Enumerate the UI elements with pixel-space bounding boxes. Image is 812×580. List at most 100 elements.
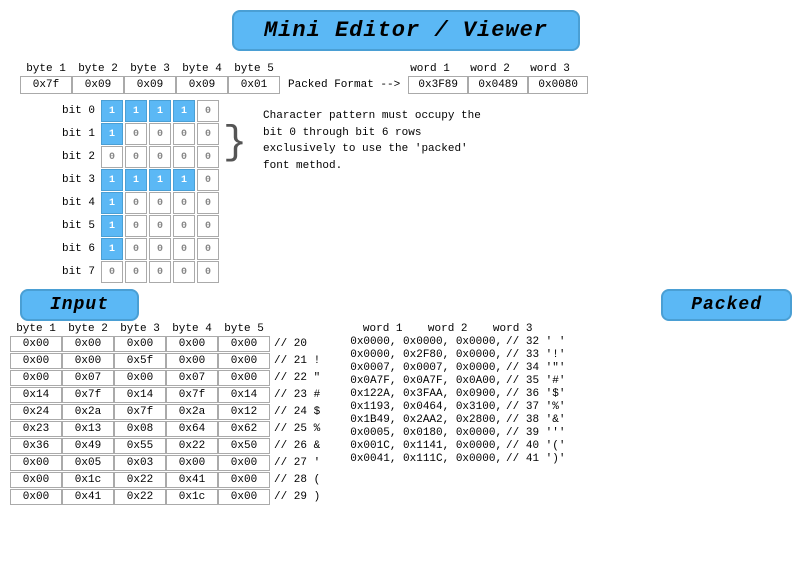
bit-row-label-5: bit 5 — [60, 220, 95, 232]
packed-col1-header: word 1 — [350, 323, 415, 335]
input-cell-r3c2: 0x14 — [114, 387, 166, 403]
word1-label: word 1 — [400, 63, 460, 75]
bit-bracket: } — [223, 122, 247, 166]
input-table-row: 0x000x000x5f0x000x00// 21 ! — [10, 353, 320, 369]
bit-row-1: bit 110000 — [60, 123, 219, 145]
input-cell-r3c3: 0x7f — [166, 387, 218, 403]
bit-cell-r0c4: 0 — [197, 100, 219, 122]
packed-row-text: 0x1B49, 0x2AA2, 0x2800, — [350, 414, 502, 426]
bit-cell-r2c2: 0 — [149, 146, 171, 168]
input-row-comment: // 22 " — [274, 372, 320, 384]
input-row-comment: // 20 — [274, 338, 307, 350]
input-cell-r7c4: 0x00 — [218, 455, 270, 471]
bit-row-label-0: bit 0 — [60, 105, 95, 117]
packed-row-comment: // 35 '#' — [506, 375, 565, 387]
bit-row-label-4: bit 4 — [60, 197, 95, 209]
input-cell-r3c0: 0x14 — [10, 387, 62, 403]
bit-cell-r5c2: 0 — [149, 215, 171, 237]
bit-cell-r2c4: 0 — [197, 146, 219, 168]
packed-row-text: 0x0005, 0x0180, 0x0000, — [350, 427, 502, 439]
input-cell-r0c1: 0x00 — [62, 336, 114, 352]
bit-cell-r0c1: 1 — [125, 100, 147, 122]
input-cell-r4c2: 0x7f — [114, 404, 166, 420]
bit-cell-r3c1: 1 — [125, 169, 147, 191]
byte3-label: byte 3 — [124, 63, 176, 75]
bit-row-5: bit 510000 — [60, 215, 219, 237]
input-col1-header: byte 1 — [10, 323, 62, 335]
top-word1-val: 0x3F89 — [408, 76, 468, 94]
input-cell-r3c4: 0x14 — [218, 387, 270, 403]
input-cell-r0c4: 0x00 — [218, 336, 270, 352]
input-table-row: 0x140x7f0x140x7f0x14// 23 # — [10, 387, 320, 403]
input-cell-r2c4: 0x00 — [218, 370, 270, 386]
input-cell-r1c4: 0x00 — [218, 353, 270, 369]
top-byte1-val: 0x7f — [20, 76, 72, 94]
input-cell-r5c1: 0x13 — [62, 421, 114, 437]
input-cell-r5c4: 0x62 — [218, 421, 270, 437]
packed-table-row: 0x1B49, 0x2AA2, 0x2800,// 38 '&' — [350, 414, 565, 426]
input-table: byte 1 byte 2 byte 3 byte 4 byte 5 0x000… — [10, 323, 320, 506]
bit-cell-r7c4: 0 — [197, 261, 219, 283]
input-cell-r2c2: 0x00 — [114, 370, 166, 386]
packed-table-row: 0x0007, 0x0007, 0x0000,// 34 '"' — [350, 362, 565, 374]
bit-cell-r0c2: 1 — [149, 100, 171, 122]
packed-table-row: 0x0000, 0x2F80, 0x0000,// 33 '!' — [350, 349, 565, 361]
packed-row-comment: // 40 '(' — [506, 440, 565, 452]
bit-cell-r1c3: 0 — [173, 123, 195, 145]
input-table-row: 0x230x130x080x640x62// 25 % — [10, 421, 320, 437]
packed-table-row: 0x1193, 0x0464, 0x3100,// 37 '%' — [350, 401, 565, 413]
input-row-comment: // 24 $ — [274, 406, 320, 418]
input-cell-r8c3: 0x41 — [166, 472, 218, 488]
input-cell-r3c1: 0x7f — [62, 387, 114, 403]
word3-label: word 3 — [520, 63, 580, 75]
input-cell-r5c3: 0x64 — [166, 421, 218, 437]
bit-cell-r4c1: 0 — [125, 192, 147, 214]
word2-label: word 2 — [460, 63, 520, 75]
top-word-labels: word 1 word 2 word 3 — [400, 63, 580, 75]
bit-cell-r4c2: 0 — [149, 192, 171, 214]
packed-table-row: 0x0005, 0x0180, 0x0000,// 39 ''' — [350, 427, 565, 439]
packed-table-row: 0x001C, 0x1141, 0x0000,// 40 '(' — [350, 440, 565, 452]
bit-row-label-1: bit 1 — [60, 128, 95, 140]
bit-cell-r5c1: 0 — [125, 215, 147, 237]
bit-row-label-2: bit 2 — [60, 151, 95, 163]
bit-cell-r0c3: 1 — [173, 100, 195, 122]
input-cell-r8c1: 0x1c — [62, 472, 114, 488]
input-cell-r6c2: 0x55 — [114, 438, 166, 454]
packed-row-text: 0x0041, 0x111C, 0x0000, — [350, 453, 502, 465]
input-cell-r9c4: 0x00 — [218, 489, 270, 505]
input-cell-r1c1: 0x00 — [62, 353, 114, 369]
input-cell-r6c1: 0x49 — [62, 438, 114, 454]
bit-cell-r5c3: 0 — [173, 215, 195, 237]
input-row-comment: // 21 ! — [274, 355, 320, 367]
input-col5-header: byte 5 — [218, 323, 270, 335]
input-cell-r1c2: 0x5f — [114, 353, 166, 369]
bit-cell-r5c0: 1 — [101, 215, 123, 237]
input-row-comment: // 29 ) — [274, 491, 320, 503]
input-cell-r8c4: 0x00 — [218, 472, 270, 488]
input-cell-r8c2: 0x22 — [114, 472, 166, 488]
bit-cell-r7c3: 0 — [173, 261, 195, 283]
packed-row-comment: // 41 ')' — [506, 453, 565, 465]
input-cell-r7c2: 0x03 — [114, 455, 166, 471]
top-byte2-val: 0x09 — [72, 76, 124, 94]
bit-cell-r7c1: 0 — [125, 261, 147, 283]
bit-row-label-3: bit 3 — [60, 174, 95, 186]
bit-cell-r5c4: 0 — [197, 215, 219, 237]
input-cell-r7c3: 0x00 — [166, 455, 218, 471]
packed-col3-header: word 3 — [480, 323, 545, 335]
packed-row-text: 0x1193, 0x0464, 0x3100, — [350, 401, 502, 413]
input-cell-r0c0: 0x00 — [10, 336, 62, 352]
input-cell-r6c3: 0x22 — [166, 438, 218, 454]
bit-cell-r2c0: 0 — [101, 146, 123, 168]
top-word2-val: 0x0489 — [468, 76, 528, 94]
packed-format-label: Packed Format --> — [288, 79, 400, 91]
input-table-row: 0x360x490x550x220x50// 26 & — [10, 438, 320, 454]
bit-cell-r7c2: 0 — [149, 261, 171, 283]
input-table-row: 0x240x2a0x7f0x2a0x12// 24 $ — [10, 404, 320, 420]
input-table-row: 0x000x1c0x220x410x00// 28 ( — [10, 472, 320, 488]
bit-cell-r2c1: 0 — [125, 146, 147, 168]
bit-row-0: bit 011110 — [60, 100, 219, 122]
packed-row-comment: // 33 '!' — [506, 349, 565, 361]
bit-cell-r4c3: 0 — [173, 192, 195, 214]
